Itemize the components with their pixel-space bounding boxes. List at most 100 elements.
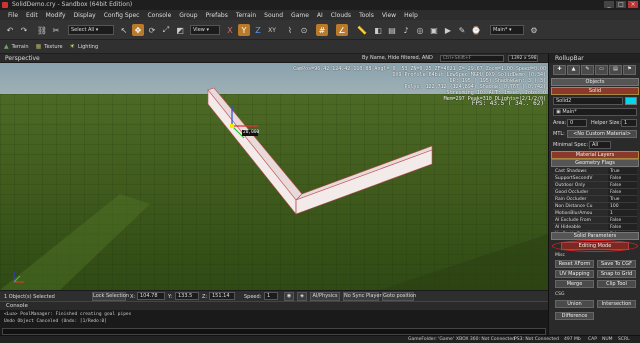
menu-modify[interactable]: Modify: [42, 12, 70, 19]
difference-button[interactable]: Difference: [555, 312, 594, 320]
objects-section[interactable]: Objects: [551, 78, 639, 86]
lighting-button[interactable]: Lighting: [78, 44, 98, 50]
menu-group[interactable]: Group: [175, 12, 201, 19]
material-layers-section[interactable]: Material Layers: [551, 151, 639, 159]
physics-icon[interactable]: ◎: [414, 24, 426, 36]
reset-xform-button[interactable]: Reset XForm: [555, 260, 594, 268]
console-input[interactable]: [2, 328, 546, 335]
flag-row[interactable]: AI Exclude From False: [553, 217, 637, 224]
axis-xy-button[interactable]: XY: [266, 24, 278, 36]
flag-value[interactable]: False: [608, 224, 637, 230]
menu-game[interactable]: Game: [287, 12, 313, 19]
object-name-field[interactable]: Solid2: [553, 97, 623, 105]
rotate-icon[interactable]: ⟳: [146, 24, 158, 36]
flag-value[interactable]: False: [608, 182, 637, 188]
axis-z-button[interactable]: Z: [252, 24, 264, 36]
terrain-collision-icon[interactable]: ◈: [297, 292, 307, 301]
intersection-button[interactable]: Intersection: [597, 300, 636, 308]
solid-parameters-section[interactable]: Solid Parameters: [551, 232, 639, 240]
save-to-cgf-button[interactable]: Save To CGF: [597, 260, 636, 268]
z-field[interactable]: 151.14: [209, 292, 235, 300]
viewport-filter-label[interactable]: By Name, Hide filtered, AND: [362, 55, 433, 61]
flag-value[interactable]: True: [608, 168, 637, 174]
close-button[interactable]: ×: [628, 1, 638, 8]
lock-selection-button[interactable]: Lock Selection: [92, 292, 129, 301]
terrain-tab-icon[interactable]: ▲: [567, 65, 580, 75]
select-filter-dropdown[interactable]: Select All ▾: [68, 25, 114, 35]
area-field[interactable]: 0: [567, 119, 587, 127]
menu-tools[interactable]: Tools: [355, 12, 378, 19]
select-icon[interactable]: ↖: [118, 24, 130, 36]
display-tab-icon[interactable]: ▭: [595, 65, 608, 75]
menu-view[interactable]: View: [378, 12, 400, 19]
ruler-icon[interactable]: 📏: [356, 24, 368, 36]
clip-tool-button[interactable]: Clip Tool: [597, 280, 636, 288]
trackview-icon[interactable]: ⌚: [470, 24, 482, 36]
flag-value[interactable]: False: [608, 217, 637, 223]
object-color-swatch[interactable]: [625, 97, 637, 105]
menu-help[interactable]: Help: [400, 12, 422, 19]
ai-physics-button[interactable]: AI/Physics: [310, 292, 340, 301]
sound-icon[interactable]: ♪: [400, 24, 412, 36]
flag-row[interactable]: Cast Shadows True: [553, 168, 637, 175]
x-field[interactable]: 104.78: [137, 292, 165, 300]
viewport-title[interactable]: Perspective: [5, 55, 40, 62]
link-icon[interactable]: ⛓: [36, 24, 48, 36]
perspective-viewport[interactable]: 20,000 Perspective By Name, Hide filtere…: [0, 54, 548, 290]
script-icon[interactable]: ✎: [456, 24, 468, 36]
angle-snap-icon[interactable]: ∠: [336, 24, 348, 36]
mtl-button[interactable]: <No Custom Material>: [567, 130, 637, 138]
coord-system-dropdown[interactable]: View ▾: [190, 25, 220, 35]
flag-value[interactable]: 100: [608, 203, 637, 209]
flag-value[interactable]: True: [608, 196, 637, 202]
editing-mode-button[interactable]: Editing Mode: [561, 242, 629, 250]
flag-row[interactable]: Rain Occluder True: [553, 196, 637, 203]
camera-mode-icon[interactable]: ◉: [284, 292, 294, 301]
layer-settings-icon[interactable]: ⚙: [528, 24, 540, 36]
flag-row[interactable]: Outdoor Only False: [553, 182, 637, 189]
minimize-button[interactable]: _: [604, 1, 614, 8]
flag-value[interactable]: False: [608, 189, 637, 195]
snap-to-grid-button[interactable]: Snap to Grid: [597, 270, 636, 278]
axis-x-button[interactable]: X: [224, 24, 236, 36]
flag-row[interactable]: MotionBlurAmou 1: [553, 210, 637, 217]
flag-row[interactable]: Non Distance Cu 100: [553, 203, 637, 210]
merge-button[interactable]: Merge: [555, 280, 594, 288]
menu-ai[interactable]: AI: [313, 12, 327, 19]
texture-button[interactable]: Texture: [44, 44, 62, 50]
viewport-resolution[interactable]: 1392 x 598: [508, 55, 538, 62]
minspec-dropdown[interactable]: All: [589, 141, 611, 149]
unlink-icon[interactable]: ✂: [50, 24, 62, 36]
flag-row[interactable]: SupportSecondV False: [553, 175, 637, 182]
layer-icon[interactable]: ▤: [386, 24, 398, 36]
redo-icon[interactable]: ↷: [18, 24, 30, 36]
undo-icon[interactable]: ↶: [4, 24, 16, 36]
menu-terrain[interactable]: Terrain: [232, 12, 260, 19]
menu-console[interactable]: Console: [143, 12, 175, 19]
layers-tab-icon[interactable]: ▤: [609, 65, 622, 75]
layer-field[interactable]: ▣ Main*: [553, 108, 637, 116]
flag-row[interactable]: AI Hideable False: [553, 224, 637, 231]
grid-snap-icon[interactable]: #: [316, 24, 328, 36]
flag-value[interactable]: False: [608, 175, 637, 181]
snap-object-icon[interactable]: ⊙: [298, 24, 310, 36]
no-sync-player-button[interactable]: No Sync Player: [343, 292, 382, 301]
speed-field[interactable]: 1: [264, 292, 278, 300]
menu-prefabs[interactable]: Prefabs: [202, 12, 232, 19]
axis-y-button[interactable]: Y: [238, 24, 250, 36]
prefab-icon[interactable]: ▣: [428, 24, 440, 36]
scale-icon[interactable]: ⤢: [160, 24, 172, 36]
geometry-flags-section[interactable]: Geometry Flags: [551, 159, 639, 167]
solid-section[interactable]: Solid: [551, 87, 639, 95]
menu-sound[interactable]: Sound: [260, 12, 287, 19]
follow-terrain-icon[interactable]: ⌇: [284, 24, 296, 36]
objects-tab-icon[interactable]: ✚: [553, 65, 566, 75]
flag-row[interactable]: Good Occluder False: [553, 189, 637, 196]
union-button[interactable]: Union: [555, 300, 594, 308]
uv-mapping-button[interactable]: UV Mapping: [555, 270, 594, 278]
menu-config-spec[interactable]: Config Spec: [100, 12, 144, 19]
camera-icon[interactable]: ◧: [372, 24, 384, 36]
terrain-button[interactable]: Terrain: [12, 44, 29, 50]
y-field[interactable]: 133.5: [175, 292, 199, 300]
menu-display[interactable]: Display: [70, 12, 100, 19]
